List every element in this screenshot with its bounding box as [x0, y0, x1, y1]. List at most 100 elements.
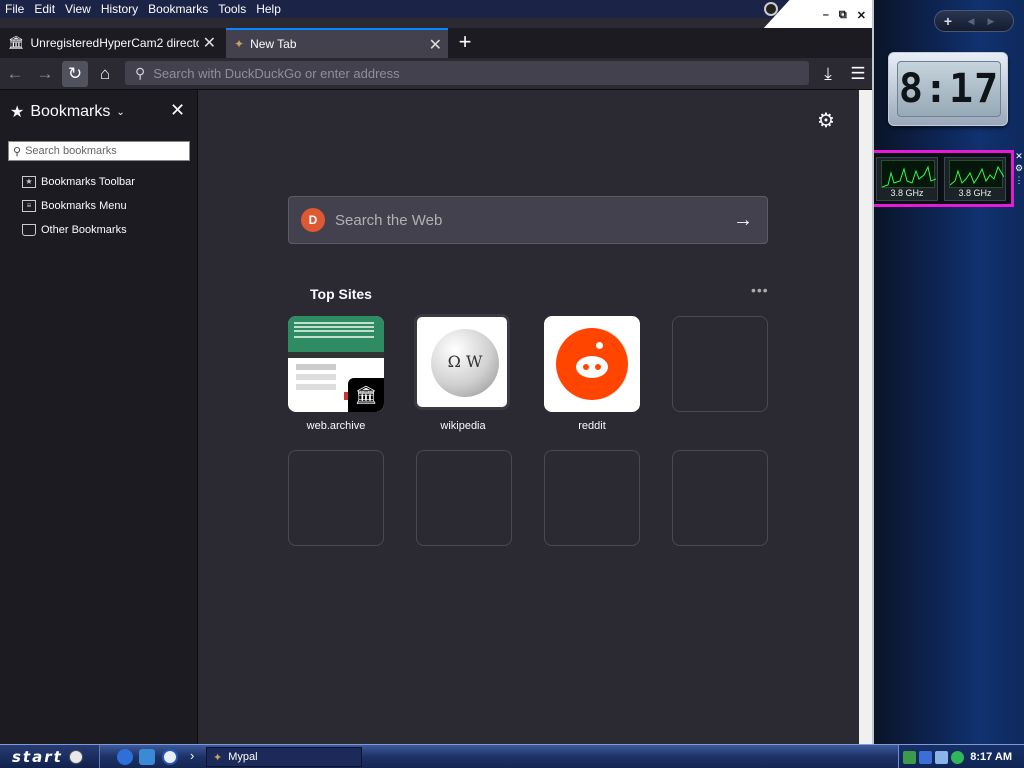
tab-title: New Tab	[250, 37, 297, 51]
internet-explorer-icon[interactable]	[117, 749, 133, 765]
restore-button[interactable]: ⧉	[839, 9, 847, 22]
bookmark-folder-label: Bookmarks Toolbar	[41, 176, 135, 188]
bookmark-folder-label: Other Bookmarks	[41, 224, 127, 236]
clock-digits: 8:17	[898, 66, 1000, 112]
navigation-toolbar: ← → ↻ ⌂ ⚲ ⤓ ☰	[0, 58, 872, 90]
close-sidebar-icon[interactable]: ✕	[170, 100, 185, 121]
bookmarks-search-box[interactable]: ⚲	[8, 141, 190, 161]
start-orb-icon	[68, 750, 83, 764]
top-site-label[interactable]: wikipedia	[407, 420, 519, 432]
browser-window: File Edit View History Bookmarks Tools H…	[0, 0, 874, 744]
reload-icon[interactable]: ↻	[62, 61, 88, 87]
top-site-tile-wikipedia[interactable]: Ω W	[414, 314, 510, 410]
archive-preview-blocks	[296, 364, 336, 370]
sidebar-controls: + ◀ ▶	[934, 10, 1014, 32]
archive-preview-lines	[294, 322, 374, 324]
gadget-tools: ✕ ⚙ ⋮	[1014, 150, 1024, 200]
bookmark-folder-menu[interactable]: ≡ Bookmarks Menu	[22, 200, 127, 212]
taskbar-item-mypal[interactable]: ✦ Mypal	[206, 747, 362, 767]
star-icon: ★	[10, 104, 25, 121]
more-options-icon[interactable]: •••	[751, 282, 769, 298]
chevron-down-icon: ⌄	[116, 106, 125, 118]
menu-help[interactable]: Help	[251, 2, 286, 16]
wikipedia-globe-icon: Ω W	[431, 329, 499, 397]
tab-title: UnregisteredHyperCam2 directory	[30, 36, 199, 50]
previous-page-button[interactable]: ◀	[961, 11, 981, 31]
tab-new-tab[interactable]: ✦ New Tab ✕	[226, 28, 448, 58]
bookmark-folder-other[interactable]: Other Bookmarks	[22, 224, 127, 236]
empty-site-tile[interactable]	[672, 316, 768, 412]
star-icon: ★	[22, 176, 36, 188]
menu-bookmarks[interactable]: Bookmarks	[143, 2, 213, 16]
archive-preview-bar	[288, 352, 384, 358]
downloads-icon[interactable]: ⤓	[815, 61, 841, 87]
new-tab-page: ⚙ D Search the Web → Top Sites ••• 🏛 web…	[199, 90, 859, 744]
taskbar-item-label: Mypal	[228, 751, 258, 763]
empty-site-tile[interactable]	[672, 450, 768, 546]
next-page-button[interactable]: ▶	[981, 11, 1001, 31]
menu-edit[interactable]: Edit	[29, 2, 60, 16]
arrow-right-icon[interactable]: →	[733, 209, 753, 232]
empty-site-tile[interactable]	[416, 450, 512, 546]
top-site-label[interactable]: reddit	[536, 420, 648, 432]
volume-icon[interactable]	[935, 750, 948, 764]
home-icon[interactable]: ⌂	[92, 61, 118, 87]
bookmarks-header[interactable]: ★ Bookmarks ⌄	[10, 102, 125, 122]
tab-hypercam-directory[interactable]: 🏛 UnregisteredHyperCam2 directory ✕	[0, 28, 222, 58]
gear-icon[interactable]: ⚙	[817, 108, 835, 133]
web-search-box[interactable]: D Search the Web →	[288, 196, 768, 244]
archive-icon: 🏛	[348, 378, 384, 412]
page-scrollbar[interactable]	[859, 90, 872, 744]
update-icon[interactable]	[951, 750, 964, 764]
bookmark-folder-label: Bookmarks Menu	[41, 200, 127, 212]
menu-file[interactable]: File	[0, 2, 29, 16]
address-input[interactable]	[153, 65, 774, 81]
network-icon[interactable]	[903, 750, 916, 764]
empty-site-tile[interactable]	[544, 450, 640, 546]
folder-icon	[22, 224, 36, 236]
url-bar[interactable]: ⚲	[125, 61, 809, 85]
clock-gadget[interactable]: 8:17	[888, 52, 1008, 126]
media-player-icon[interactable]	[162, 749, 178, 765]
gadget-close-icon[interactable]: ✕	[1014, 150, 1024, 162]
minimize-button[interactable]: –	[823, 9, 829, 21]
add-gadget-button[interactable]: +	[935, 11, 961, 31]
search-icon: ⚲	[135, 64, 146, 81]
menu-history[interactable]: History	[96, 2, 143, 16]
close-tab-icon[interactable]: ✕	[429, 35, 442, 55]
cpu-meter-2: 3.8 GHz	[944, 157, 1006, 201]
gadget-drag-handle[interactable]: ⋮	[1014, 174, 1024, 186]
forward-arrow-icon[interactable]: →	[32, 61, 58, 87]
back-arrow-icon[interactable]: ←	[2, 61, 28, 87]
cpu-meter-gadget[interactable]: 3.8 GHz 3.8 GHz	[869, 150, 1014, 207]
taskbar: start › ✦ Mypal 8:17 AM	[0, 744, 1024, 768]
tab-bar: 🏛 UnregisteredHyperCam2 directory ✕ ✦ Ne…	[0, 28, 872, 58]
noscript-icon[interactable]	[764, 2, 778, 16]
cpu-freq-1: 3.8 GHz	[890, 188, 924, 198]
reddit-face	[576, 356, 608, 378]
bookmarks-search-input[interactable]	[25, 145, 186, 157]
outlook-express-icon[interactable]	[139, 749, 155, 765]
taskbar-clock[interactable]: 8:17 AM	[970, 751, 1012, 763]
chevron-right-icon[interactable]: ›	[190, 748, 194, 763]
bookmark-folder-toolbar[interactable]: ★ Bookmarks Toolbar	[22, 176, 135, 188]
menu-tools[interactable]: Tools	[213, 2, 251, 16]
display-icon[interactable]	[919, 750, 932, 764]
archive-icon: 🏛	[8, 35, 25, 50]
top-site-label[interactable]: web.archive	[280, 420, 392, 432]
close-tab-icon[interactable]: ✕	[203, 33, 216, 53]
close-window-button[interactable]: ✕	[857, 9, 866, 22]
new-tab-button[interactable]: +	[452, 28, 478, 58]
gadget-options-icon[interactable]: ⚙	[1014, 162, 1024, 174]
top-site-tile-reddit[interactable]	[544, 316, 640, 412]
empty-site-tile[interactable]	[288, 450, 384, 546]
menu-bar: File Edit View History Bookmarks Tools H…	[0, 0, 872, 18]
menu-view[interactable]: View	[60, 2, 96, 16]
start-label: start	[12, 748, 63, 766]
hamburger-menu-icon[interactable]: ☰	[845, 61, 871, 87]
start-button[interactable]: start	[0, 745, 100, 768]
web-search-placeholder: Search the Web	[335, 211, 443, 229]
top-site-tile-web-archive[interactable]: 🏛	[288, 316, 384, 412]
mypal-icon: ✦	[213, 751, 223, 764]
cpu-graph-2	[949, 160, 1005, 188]
